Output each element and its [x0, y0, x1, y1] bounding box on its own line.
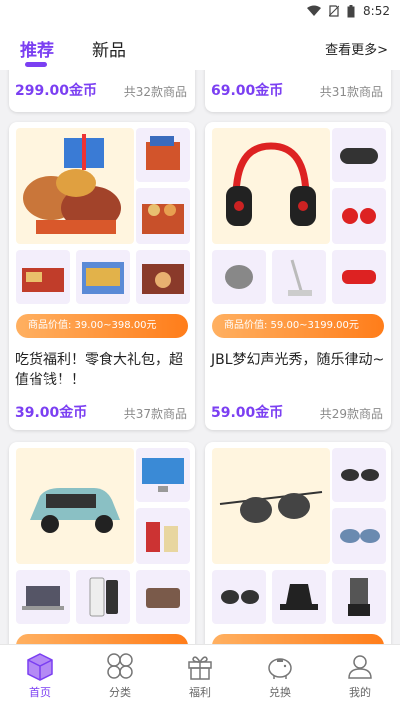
- status-icons: 8:52: [307, 4, 390, 18]
- gift-icon: [188, 656, 212, 680]
- card-count: 共29款商品: [319, 407, 383, 421]
- snack-box-thumb: [136, 128, 190, 182]
- top-header: 推荐 新品 查看更多>: [0, 24, 400, 70]
- snack-pack-thumb: [76, 250, 130, 304]
- home-icon: [27, 653, 53, 681]
- collection-card-sunglasses[interactable]: [205, 442, 391, 644]
- blender-thumb: [332, 570, 386, 624]
- snack-gift-thumb: [136, 188, 190, 244]
- card-price: 59.00金币: [211, 405, 284, 421]
- collection-card[interactable]: 69.00金币 共31款商品: [205, 70, 391, 112]
- tab-new[interactable]: 新品: [92, 36, 126, 61]
- tab-home[interactable]: 首页: [0, 651, 80, 700]
- card-count: 共32款商品: [123, 85, 187, 99]
- earbuds-thumb: [332, 188, 386, 244]
- headphones-image: [212, 128, 330, 244]
- category-icon: [107, 653, 133, 679]
- sunglasses-thumb: [332, 508, 386, 564]
- bag-thumb: [136, 570, 190, 624]
- tab-exchange[interactable]: 兑换: [240, 651, 320, 700]
- tab-indicator: [25, 62, 47, 67]
- status-bar: 8:52: [0, 0, 400, 24]
- card-price: 299.00金币: [15, 83, 98, 99]
- phone-thumb: [76, 570, 130, 624]
- snack-gift-box-image: [16, 128, 134, 244]
- tab-home-label: 首页: [29, 686, 51, 699]
- snack-pack-thumb: [136, 250, 190, 304]
- piggy-bank-icon: [268, 658, 292, 679]
- sunglasses-image: [212, 448, 330, 564]
- value-range-chip: [212, 634, 384, 644]
- profile-icon: [348, 655, 372, 679]
- snack-pack-thumb: [16, 250, 70, 304]
- card-title: JBL梦幻声光秀，随乐律动~: [211, 352, 385, 368]
- product-grid[interactable]: 299.00金币 共32款商品 69.00金币 共31款商品 商品价值: 39.…: [0, 70, 400, 644]
- card-count: 共31款商品: [319, 85, 383, 99]
- status-time: 8:52: [363, 4, 390, 18]
- tab-mine-label: 我的: [349, 686, 371, 699]
- tab-welfare-label: 福利: [189, 686, 211, 699]
- speaker-thumb: [212, 250, 266, 304]
- value-range-chip: 商品价值: 59.00~3199.00元: [212, 314, 384, 338]
- speaker-thumb: [332, 128, 386, 182]
- monitor-thumb: [136, 448, 190, 502]
- view-more-link[interactable]: 查看更多>: [325, 39, 388, 58]
- sunglasses-thumb: [212, 570, 266, 624]
- tab-welfare[interactable]: 福利: [160, 651, 240, 700]
- tab-recommended[interactable]: 推荐: [20, 36, 54, 61]
- card-price: 69.00金币: [211, 83, 284, 99]
- bucket-hat-thumb: [272, 570, 326, 624]
- value-range-chip: 商品价值: 39.00~398.00元: [16, 314, 188, 338]
- collection-card-jbl[interactable]: 商品价值: 59.00~3199.00元 JBL梦幻声光秀，随乐律动~ 59.0…: [205, 122, 391, 430]
- card-price: 39.00金币: [15, 405, 88, 421]
- card-count: 共37款商品: [123, 407, 187, 421]
- stand-thumb: [272, 250, 326, 304]
- tab-category[interactable]: 分类: [80, 651, 160, 700]
- tab-exchange-label: 兑换: [269, 686, 291, 699]
- wifi-icon: [307, 5, 322, 16]
- laptop-thumb: [16, 570, 70, 624]
- no-sim-icon: [329, 5, 340, 17]
- tab-category-label: 分类: [109, 686, 131, 699]
- tab-mine[interactable]: 我的: [320, 651, 400, 700]
- sunglasses-thumb: [332, 448, 386, 502]
- battery-icon: [347, 4, 355, 17]
- collection-card[interactable]: 299.00金币 共32款商品: [9, 70, 195, 112]
- liquor-thumb: [136, 508, 190, 564]
- bottom-tab-bar: 首页 分类 福利 兑换 我的: [0, 644, 400, 712]
- car-image: [16, 448, 134, 564]
- value-range-chip: [16, 634, 188, 644]
- speaker-thumb: [332, 250, 386, 304]
- collection-card-car[interactable]: [9, 442, 195, 644]
- watermark: 丑九软件: [22, 374, 95, 393]
